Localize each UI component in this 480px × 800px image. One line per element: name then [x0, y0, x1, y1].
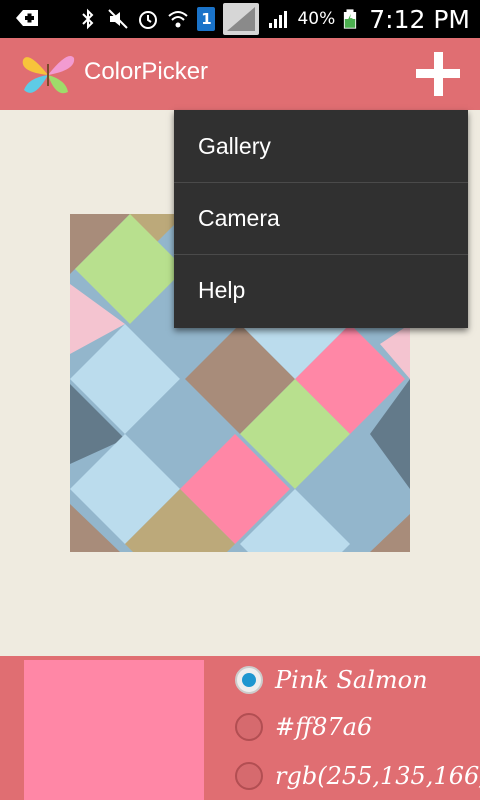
signal-icon: [223, 3, 260, 35]
radio-button[interactable]: [235, 713, 263, 741]
menu-item-label: Camera: [198, 205, 280, 231]
sim-icon: 1: [197, 7, 216, 31]
alarm-icon: [139, 11, 158, 29]
menu-item-camera[interactable]: Camera: [174, 182, 468, 254]
hex-label: #ff87a6: [275, 713, 373, 741]
menu-item-label: Help: [198, 277, 246, 303]
menu-item-label: Gallery: [198, 132, 271, 159]
menu-item-gallery[interactable]: Gallery: [174, 110, 468, 182]
bluetooth-icon: [82, 8, 94, 30]
battery-percent: 40%: [297, 9, 336, 29]
status-bar: 1 40% 7:12 PM: [0, 0, 480, 38]
color-swatch: [24, 660, 204, 800]
silent-icon: [108, 9, 129, 29]
menu-item-help[interactable]: Help: [174, 254, 468, 326]
option-rgb[interactable]: rgb(255,135,166): [235, 756, 480, 796]
color-panel: Pink Salmon #ff87a6 rgb(255,135,166): [0, 656, 480, 800]
wifi-icon: [168, 11, 189, 28]
color-name-label: Pink Salmon: [275, 666, 428, 694]
plus-icon[interactable]: [416, 52, 460, 96]
action-bar: ColorPicker: [0, 38, 480, 110]
radio-button[interactable]: [235, 762, 263, 790]
app-title: ColorPicker: [84, 58, 209, 85]
option-hex[interactable]: #ff87a6: [235, 707, 372, 747]
clock: 7:12 PM: [369, 4, 470, 34]
overflow-menu: Gallery Camera Help: [174, 110, 468, 328]
butterfly-logo-icon: [22, 56, 75, 94]
signal-icon: [269, 11, 288, 28]
option-color-name[interactable]: Pink Salmon: [235, 660, 428, 700]
battery-icon: [344, 9, 357, 29]
usb-icon: [16, 10, 38, 26]
radio-button[interactable]: [235, 666, 263, 694]
rgb-label: rgb(255,135,166): [275, 762, 480, 790]
